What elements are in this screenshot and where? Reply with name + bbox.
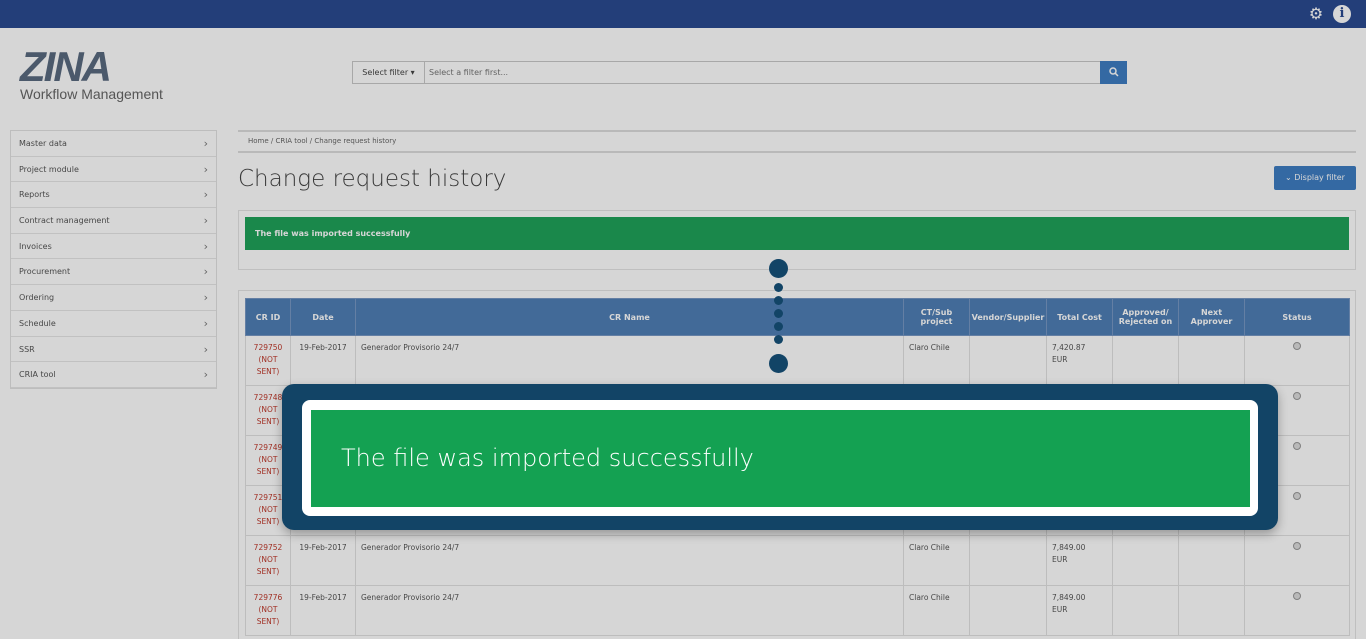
connector-dot [774, 296, 783, 305]
connector-dot [774, 322, 783, 331]
callout-inner: The file was imported successfully [302, 400, 1258, 516]
connector-dot [774, 309, 783, 318]
callout-success-message: The file was imported successfully [311, 410, 1250, 507]
callout-connector [769, 259, 789, 375]
connector-dot [774, 283, 783, 292]
dim-overlay [0, 0, 1366, 639]
callout-box: The file was imported successfully [282, 384, 1278, 530]
connector-dot [769, 354, 788, 373]
connector-dot [774, 335, 783, 344]
connector-dot [769, 259, 788, 278]
